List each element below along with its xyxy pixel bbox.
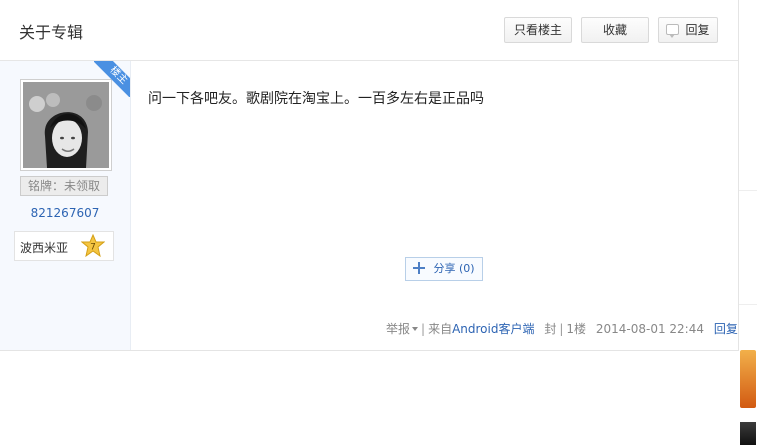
reply-icon [666, 24, 680, 38]
right-sidebar-edge [739, 0, 757, 445]
level-name: 波西米亚 [20, 241, 69, 255]
reply-label: 回复 [685, 23, 710, 37]
from-label: 来自 [428, 322, 453, 336]
username-link[interactable]: 821267607 [0, 206, 130, 220]
report-button[interactable]: 举报 [386, 322, 419, 336]
seal-button[interactable]: 封 [544, 322, 556, 336]
thread-post: 关于专辑 只看楼主 收藏 回复 楼主 铭牌：未领取 821267607 波西米亚… [0, 0, 739, 351]
owner-badge: 楼主 [94, 61, 130, 97]
level-star-icon: 7 [81, 234, 105, 258]
sidebar-thumbnail-dark[interactable] [740, 422, 756, 445]
share-button[interactable]: 分享 (0) [405, 257, 483, 281]
post-content: 问一下各吧友。歌剧院在淘宝上。一百多左右是正品吗 [148, 91, 484, 107]
client-link[interactable]: Android客户端 [452, 322, 534, 336]
share-label: 分享 (0) [433, 262, 475, 275]
post-time: 2014-08-01 22:44 [595, 322, 704, 336]
thread-header: 关于专辑 只看楼主 收藏 回复 [0, 0, 738, 61]
page-title: 关于专辑 [19, 23, 84, 42]
caret-down-icon [412, 327, 419, 331]
owner-badge-label: 楼主 [94, 61, 130, 97]
floor-number: 1楼 [566, 322, 587, 336]
favorite-button[interactable]: 收藏 [581, 17, 649, 43]
plus-icon [413, 262, 426, 274]
level-number: 7 [90, 243, 96, 253]
author-sidebar: 楼主 铭牌：未领取 821267607 波西米亚 7 [0, 61, 131, 350]
post-meta: 举报 | 来自Android客户端 封 | 1楼 2014-08-01 22:44 回复 [386, 322, 738, 336]
medal-button[interactable]: 铭牌：未领取 [20, 176, 108, 196]
member-level[interactable]: 波西米亚 7 [14, 231, 114, 261]
sidebar-thumbnail[interactable] [740, 350, 756, 408]
owner-only-button[interactable]: 只看楼主 [504, 17, 572, 43]
reply-button[interactable]: 回复 [658, 17, 718, 43]
reply-link[interactable]: 回复 [714, 322, 738, 336]
